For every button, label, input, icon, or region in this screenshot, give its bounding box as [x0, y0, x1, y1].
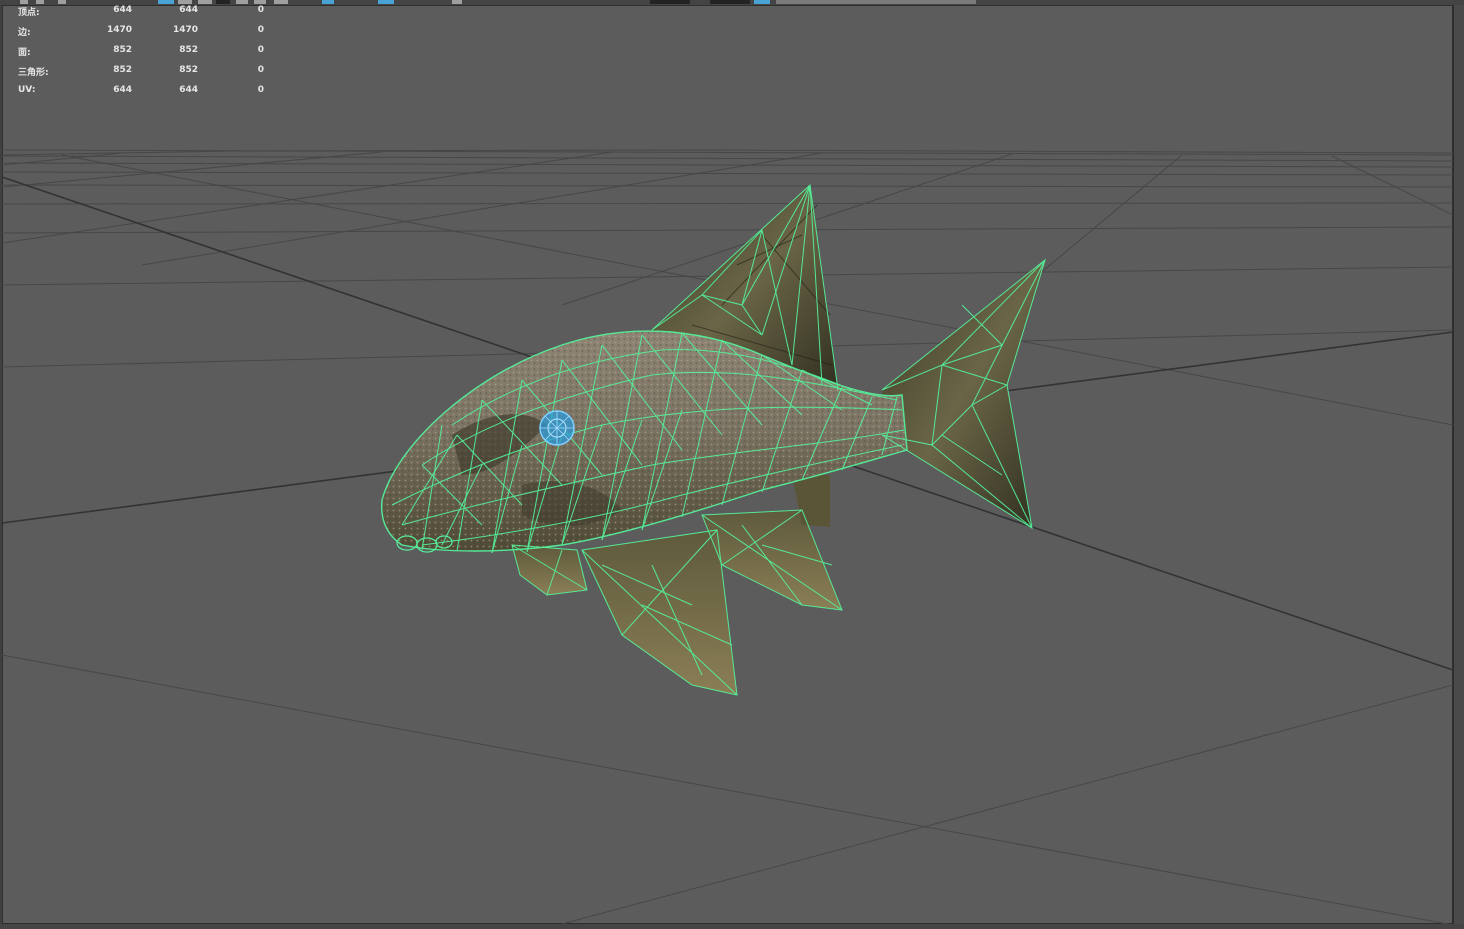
hud-value-selected: 852: [179, 65, 198, 75]
hud-value-selected: 852: [179, 45, 198, 55]
viewport-frame-bottom: [0, 924, 1464, 929]
viewport-frame-right: [1453, 5, 1464, 929]
hud-value-object: 644: [113, 85, 132, 95]
camera-icon[interactable]: [378, 0, 394, 4]
hud-label: 三角形:: [18, 68, 49, 78]
hud-row-vertices: 顶点: 644 644 0: [18, 5, 278, 25]
hud-value-selected: 644: [179, 85, 198, 95]
hud-value-components: 0: [257, 5, 264, 15]
lights-icon[interactable]: [216, 0, 230, 4]
hud-row-triangles: 三角形: 852 852 0: [18, 65, 278, 85]
textured-icon[interactable]: [198, 0, 212, 4]
view-transform-dropdown[interactable]: [776, 0, 976, 4]
hud-label: 边:: [18, 28, 31, 38]
maya-window: 顶点: 644 644 0 边: 1470 1470 0 面: 852 852 …: [0, 0, 1464, 929]
hud-row-uvs: UV: 644 644 0: [18, 85, 278, 105]
hud-value-selected: 1470: [172, 25, 198, 35]
wireframe-icon[interactable]: [158, 0, 174, 4]
smooth-shade-icon[interactable]: [178, 0, 192, 4]
exposure-field[interactable]: [650, 0, 690, 4]
lasso-icon[interactable]: [36, 0, 44, 4]
hud-label: 顶点:: [18, 8, 40, 18]
hud-value-object: 644: [113, 5, 132, 15]
select-icon[interactable]: [20, 0, 28, 4]
color-manage-icon[interactable]: [754, 0, 770, 4]
hud-value-components: 0: [257, 25, 264, 35]
hud-value-components: 0: [257, 45, 264, 55]
gamma-field[interactable]: [710, 0, 750, 4]
hud-value-object: 1470: [106, 25, 132, 35]
fish-eye: [539, 410, 575, 446]
exposure-icon[interactable]: [452, 0, 462, 4]
hud-value-object: 852: [113, 45, 132, 55]
paint-select-icon[interactable]: [58, 0, 66, 4]
hud-value-components: 0: [257, 85, 264, 95]
poly-count-hud: 顶点: 644 644 0 边: 1470 1470 0 面: 852 852 …: [18, 5, 278, 105]
hud-row-faces: 面: 852 852 0: [18, 45, 278, 65]
hud-value-selected: 644: [179, 5, 198, 15]
viewport-scene[interactable]: [2, 5, 1453, 924]
hud-label: UV:: [18, 85, 36, 95]
hud-label: 面:: [18, 48, 31, 58]
fish-mesh[interactable]: [380, 183, 1046, 696]
isolate-icon[interactable]: [254, 0, 266, 4]
resolution-gate-icon[interactable]: [322, 0, 334, 4]
hud-row-edges: 边: 1470 1470 0: [18, 25, 278, 45]
xray-icon[interactable]: [274, 0, 288, 4]
hud-value-components: 0: [257, 65, 264, 75]
shadows-icon[interactable]: [236, 0, 248, 4]
hud-value-object: 852: [113, 65, 132, 75]
perspective-viewport[interactable]: 顶点: 644 644 0 边: 1470 1470 0 面: 852 852 …: [2, 5, 1453, 924]
